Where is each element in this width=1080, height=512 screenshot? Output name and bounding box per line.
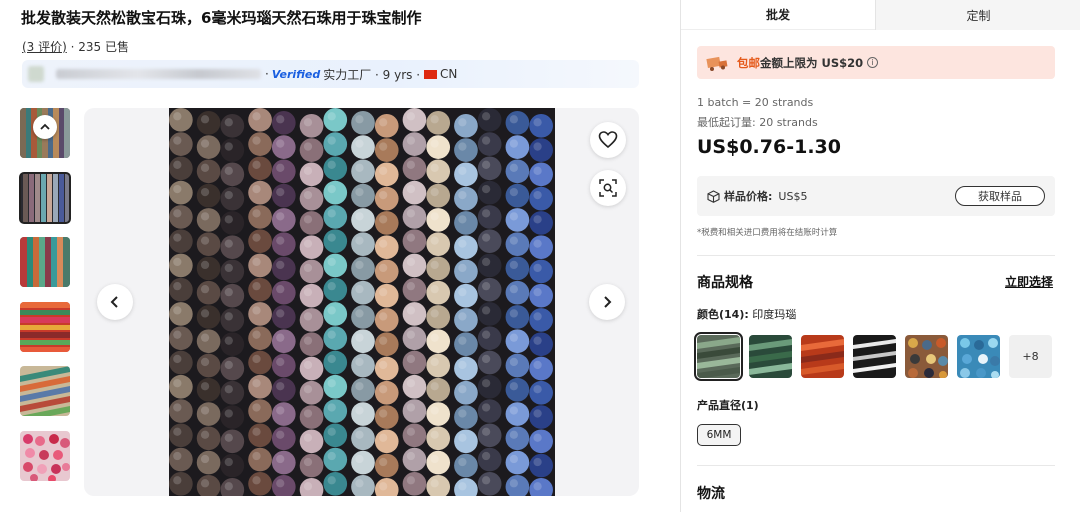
supplier-bar[interactable]: · Verified 实力工厂 · 9 yrs · CN: [22, 60, 639, 88]
tab-wholesale[interactable]: 批发: [681, 0, 875, 30]
color-label: 颜色(14): 印度玛瑙: [697, 306, 796, 322]
image-search-icon: [599, 179, 617, 197]
diameter-option-6mm[interactable]: 6MM: [697, 424, 741, 446]
logistics-title: 物流: [697, 486, 725, 502]
color-swatch-3[interactable]: [801, 335, 844, 378]
thumbnail-4[interactable]: [20, 301, 70, 352]
batch-size: 1 batch = 20 strands: [697, 96, 814, 109]
sample-price-value: US$5: [778, 189, 808, 203]
china-flag-icon: [424, 69, 438, 79]
divider: [697, 465, 1055, 466]
purchase-panel: 批发 定制 包邮 金额上限为 US$20 i 1 batch = 20 stra…: [680, 0, 1080, 512]
color-swatch-2[interactable]: [749, 335, 792, 378]
price-range: US$0.76-1.30: [697, 136, 841, 158]
thumbnail-3[interactable]: [20, 237, 70, 288]
thumbnails-scroll-up-button[interactable]: [33, 115, 57, 139]
main-product-image[interactable]: [169, 108, 555, 496]
truck-icon: [706, 56, 728, 71]
free-shipping-banner: 包邮 金额上限为 US$20 i: [697, 46, 1055, 79]
info-icon[interactable]: i: [867, 57, 879, 68]
image-search-button[interactable]: [590, 170, 626, 206]
more-colors-button[interactable]: +8: [1009, 335, 1052, 378]
get-sample-button[interactable]: 获取样品: [955, 186, 1045, 206]
supplier-avatar: [28, 66, 44, 82]
color-swatches: +8: [694, 332, 1052, 381]
chevron-left-icon: [110, 296, 118, 308]
thumbnail-1[interactable]: [20, 108, 70, 158]
selected-color-name: 印度玛瑙: [748, 308, 797, 321]
supplier-badge-text: 实力工厂 · 9 yrs ·: [323, 67, 421, 82]
sold-count: · 235 已售: [66, 40, 129, 54]
specs-title: 商品规格: [697, 275, 753, 291]
diameter-label: 产品直径(1): [697, 399, 759, 412]
free-shipping-highlight: 包邮: [737, 55, 760, 70]
thumbnail-2[interactable]: [19, 171, 71, 224]
rating-line: (3 评价) · 235 已售: [22, 38, 129, 55]
sample-price-label: 样品价格:: [724, 190, 773, 203]
heart-icon: [598, 131, 618, 149]
supplier-name-redacted: [56, 69, 261, 79]
tab-customize[interactable]: 定制: [875, 0, 1080, 30]
chevron-up-icon: [40, 123, 50, 130]
favorite-button[interactable]: [590, 122, 626, 158]
sample-price-box: 样品价格: US$5 获取样品: [697, 176, 1055, 216]
purchase-tabs: 批发 定制: [681, 0, 1080, 30]
minimum-order-quantity: 最低起订量: 20 strands: [697, 116, 818, 129]
reviews-link[interactable]: (3 评价): [22, 40, 67, 54]
supplier-country: CN: [440, 67, 458, 81]
thumbnail-5[interactable]: [20, 366, 70, 417]
divider: [697, 255, 1055, 256]
color-swatch-1[interactable]: [694, 332, 743, 381]
thumbnail-strip: [19, 108, 71, 496]
thumbnail-6[interactable]: [20, 430, 70, 481]
select-now-link[interactable]: 立即选择: [1005, 273, 1053, 290]
next-image-button[interactable]: [589, 284, 625, 320]
tax-note: *税费和相关进口费用将在结账时计算: [697, 228, 838, 238]
color-swatch-5[interactable]: [905, 335, 948, 378]
previous-image-button[interactable]: [97, 284, 133, 320]
separator-dot: ·: [265, 67, 269, 81]
color-count-label: 颜色(14):: [697, 308, 749, 321]
chevron-right-icon: [604, 296, 612, 308]
box-icon: [707, 189, 720, 203]
verified-badge: Verified: [271, 67, 321, 81]
product-title: 批发散装天然松散宝石珠，6毫米玛瑙天然石珠用于珠宝制作: [21, 9, 422, 27]
free-shipping-text: 金额上限为 US$20: [760, 55, 864, 70]
color-swatch-4[interactable]: [853, 335, 896, 378]
color-swatch-6[interactable]: [957, 335, 1000, 378]
